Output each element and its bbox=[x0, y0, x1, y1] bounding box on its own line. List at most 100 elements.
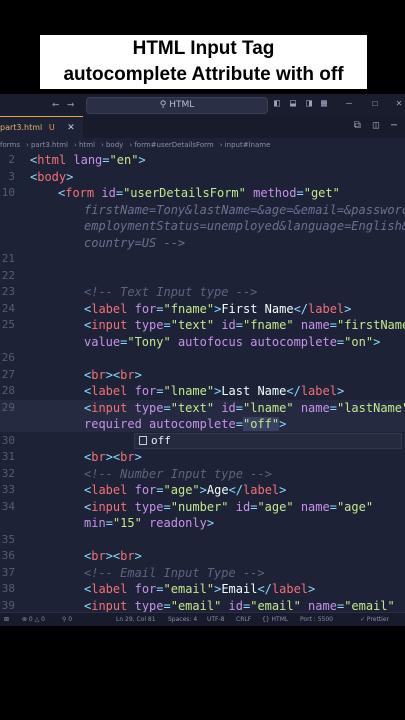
breadcrumb-item[interactable]: › part3.html bbox=[26, 141, 68, 149]
line-number: 36 bbox=[1, 549, 15, 562]
code-line[interactable]: 28 <label for="lname">Last Name</label> bbox=[0, 383, 405, 399]
autocomplete-suggestion[interactable]: off bbox=[134, 432, 402, 449]
code-line[interactable]: firstName=Tony&lastName=&age=&email=&pas… bbox=[0, 202, 405, 218]
code-line[interactable]: 27 <br><br> bbox=[0, 367, 405, 383]
line-source: <body> bbox=[30, 169, 74, 184]
line-source: <label for="email">Email</label> bbox=[84, 582, 316, 596]
code-line[interactable]: 32 <!-- Number Input type --> bbox=[0, 466, 405, 482]
status-remote-icon[interactable]: ⊠ bbox=[4, 613, 9, 626]
status-live-server-port[interactable]: Port : 5500 bbox=[300, 613, 333, 626]
close-window-icon[interactable]: ✕ bbox=[396, 98, 402, 109]
customize-layout-icon[interactable]: ▦ bbox=[321, 98, 327, 109]
code-line[interactable]: value="Tony" autofocus autocomplete="on"… bbox=[0, 334, 405, 350]
maximize-icon[interactable]: ☐ bbox=[372, 98, 378, 109]
code-line[interactable]: 29 <input type="text" id="lname" name="la… bbox=[0, 399, 405, 416]
code-line[interactable]: 2 <html lang="en"> bbox=[0, 152, 405, 168]
title-bar: ← → ⚲ HTML ◧ ⬓ ◨ ▦ — ☐ ✕ bbox=[0, 94, 405, 117]
line-source: required autocomplete="off"> bbox=[84, 417, 287, 431]
line-source: <input type="text" id="fname" name="firs… bbox=[84, 318, 405, 332]
line-source: <!-- Email Input Type --> bbox=[84, 565, 265, 580]
code-line[interactable]: 38 <label for="email">Email</label> bbox=[0, 581, 405, 597]
breadcrumb-item[interactable]: forms bbox=[0, 141, 20, 149]
code-line[interactable]: min="15" readonly> bbox=[0, 515, 405, 531]
minimize-icon[interactable]: — bbox=[346, 98, 352, 109]
breadcrumb-item[interactable]: › form#userDetailsForm bbox=[129, 141, 213, 149]
split-editor-icon[interactable]: ◫ bbox=[373, 120, 379, 131]
line-source: <label for="fname">First Name</label> bbox=[84, 301, 352, 316]
status-ports[interactable]: ⚲ 0 bbox=[62, 613, 72, 626]
code-line[interactable]: 26 bbox=[0, 350, 405, 366]
line-number: 34 bbox=[1, 499, 15, 513]
line-number: 30 bbox=[1, 433, 15, 447]
more-actions-icon[interactable]: ⋯ bbox=[391, 120, 397, 131]
status-bar: ⊠ ⊗ 0 △ 0 ⚲ 0 Ln 29, Col 81 Spaces: 4 UT… bbox=[0, 612, 405, 626]
suggestion-text: off bbox=[151, 433, 171, 447]
code-line[interactable]: 22 bbox=[0, 268, 405, 284]
code-line[interactable]: employmentStatus=unemployed&language=Eng… bbox=[0, 218, 405, 234]
value-suggestion-icon bbox=[139, 435, 147, 445]
line-number: 27 bbox=[1, 367, 15, 381]
status-problems[interactable]: ⊗ 0 △ 0 bbox=[22, 613, 45, 626]
line-source: employmentStatus=unemployed&language=Eng… bbox=[84, 219, 405, 233]
line-source: <html lang="en"> bbox=[30, 153, 146, 167]
toggle-secondary-sidebar-icon[interactable]: ◨ bbox=[306, 98, 312, 109]
code-line[interactable]: 25 <input type="text" id="fname" name="fi… bbox=[0, 317, 405, 333]
code-line[interactable]: 3 <body> bbox=[0, 169, 405, 185]
line-source: <input type="number" id="age" name="age" bbox=[84, 499, 374, 514]
line-source: <br><br> bbox=[84, 367, 142, 382]
compare-icon[interactable]: ⧉ bbox=[354, 120, 361, 131]
status-cursor-position[interactable]: Ln 29, Col 81 bbox=[116, 613, 156, 626]
close-tab-icon[interactable]: ✕ bbox=[67, 123, 75, 133]
status-eol[interactable]: CRLF bbox=[236, 613, 251, 626]
line-source: <label for="age">Age</label> bbox=[84, 483, 287, 497]
search-icon: ⚲ bbox=[159, 100, 170, 110]
code-line[interactable]: 37 <!-- Email Input Type --> bbox=[0, 565, 405, 581]
back-arrow-icon[interactable]: ← bbox=[52, 97, 59, 111]
command-center-search[interactable]: ⚲ HTML bbox=[86, 97, 268, 114]
line-source: <label for="lname">Last Name</label> bbox=[84, 384, 345, 398]
line-source: firstName=Tony&lastName=&age=&email=&pas… bbox=[84, 202, 405, 217]
code-line[interactable]: country=US --> bbox=[0, 235, 405, 251]
line-source: <br><br> bbox=[84, 450, 142, 464]
line-source: <input type="text" id="lname" name="last… bbox=[84, 400, 405, 415]
status-indentation[interactable]: Spaces: 4 bbox=[168, 613, 197, 626]
line-number: 38 bbox=[1, 582, 15, 595]
line-number: 24 bbox=[1, 301, 15, 315]
code-line[interactable]: 35 bbox=[0, 532, 405, 548]
code-line[interactable]: 34 <input type="number" id="age" name="ag… bbox=[0, 499, 405, 515]
editor-actions: ⧉ ◫ ⋯ bbox=[354, 120, 397, 131]
status-prettier[interactable]: ✓ Prettier bbox=[360, 613, 389, 626]
code-line[interactable]: 23 <!-- Text Input type --> bbox=[0, 284, 405, 300]
code-line[interactable]: 10 <form id="userDetailsForm" method="get… bbox=[0, 185, 405, 201]
tab-modified-badge: U bbox=[48, 123, 55, 132]
code-line[interactable]: 33 <label for="age">Age</label> bbox=[0, 482, 405, 498]
line-number: 22 bbox=[1, 268, 15, 282]
code-editor-window: ← → ⚲ HTML ◧ ⬓ ◨ ▦ — ☐ ✕ part3.html U ✕ … bbox=[0, 94, 405, 626]
line-source: <!-- Number Input type --> bbox=[84, 466, 272, 481]
code-line[interactable]: 24 <label for="fname">First Name</label> bbox=[0, 301, 405, 317]
line-number: 21 bbox=[1, 252, 15, 265]
code-line[interactable]: 21 bbox=[0, 251, 405, 267]
breadcrumb-item[interactable]: › body bbox=[101, 141, 123, 149]
toggle-panel-icon[interactable]: ⬓ bbox=[290, 98, 296, 109]
status-encoding[interactable]: UTF-8 bbox=[207, 613, 225, 626]
line-number: 25 bbox=[1, 318, 15, 331]
title-banner: HTML Input Tag autocomplete Attribute wi… bbox=[40, 35, 367, 89]
code-line[interactable]: required autocomplete="off"> bbox=[0, 416, 405, 432]
line-number: 26 bbox=[1, 351, 15, 364]
breadcrumb-item[interactable]: › html bbox=[74, 141, 95, 149]
status-language-mode[interactable]: {} HTML bbox=[262, 613, 288, 626]
line-source: country=US --> bbox=[84, 235, 186, 250]
forward-arrow-icon[interactable]: → bbox=[67, 97, 74, 111]
line-number: 35 bbox=[1, 532, 15, 546]
breadcrumb-item[interactable]: › input#lname bbox=[220, 141, 271, 149]
code-line[interactable]: 31 <br><br> bbox=[0, 449, 405, 465]
code-line[interactable]: 30 off bbox=[0, 432, 405, 449]
line-source: min="15" readonly> bbox=[84, 516, 215, 530]
line-number: 2 bbox=[8, 153, 15, 166]
toggle-sidebar-icon[interactable]: ◧ bbox=[274, 98, 280, 109]
code-line[interactable]: 36 <br><br> bbox=[0, 548, 405, 564]
tab-part3-html[interactable]: part3.html U ✕ bbox=[0, 116, 83, 139]
line-source: <form id="userDetailsForm" method="get" bbox=[58, 186, 340, 200]
line-number: 33 bbox=[1, 483, 15, 496]
